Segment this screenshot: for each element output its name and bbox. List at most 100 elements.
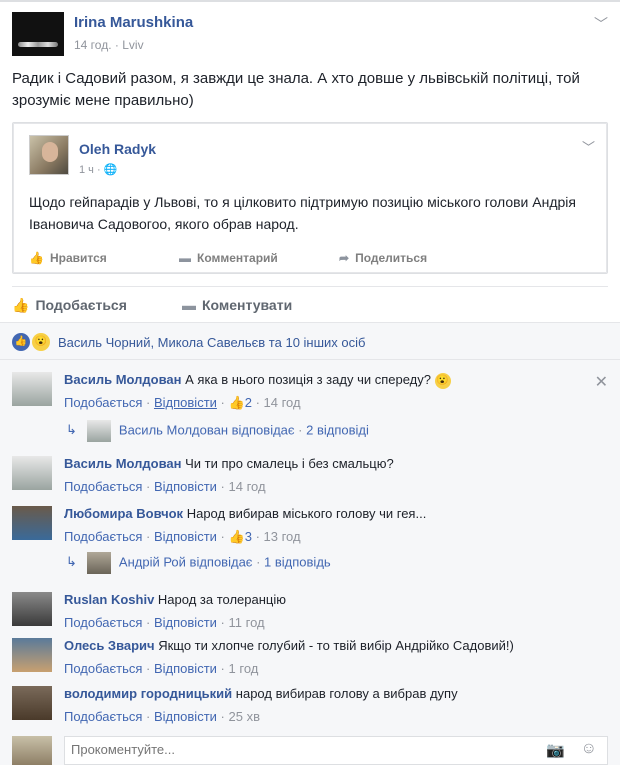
comment-text: А яка в нього позиція з заду чи спереду?: [185, 372, 431, 387]
post-header: Irina Marushkina 14 год. · Lviv ﹀: [12, 12, 608, 60]
comment-button[interactable]: ▬ Коментувати: [182, 297, 292, 313]
comment-author[interactable]: Ruslan Koshiv: [64, 592, 154, 607]
shared-meta: 1 ч · 🌐: [79, 164, 118, 176]
replies-link[interactable]: ↳ Андрій Рой відповідає · 1 відповідь: [66, 552, 331, 574]
comment-item: Василь Молдован А яка в нього позиція з …: [12, 372, 608, 412]
shared-share-button[interactable]: ➦ Поделиться: [339, 251, 427, 265]
comment-time[interactable]: 14 год: [264, 395, 301, 410]
shared-comment-button[interactable]: ▬ Комментарий: [179, 251, 278, 265]
like-button[interactable]: 👍 Подобається: [12, 297, 127, 314]
likes-summary: 👍 😮 Василь Чорний, Микола Савельєв та 10…: [0, 322, 620, 360]
comment-author[interactable]: Василь Молдован: [64, 372, 182, 387]
comment-reply-link[interactable]: Відповісти: [154, 479, 217, 494]
shared-time[interactable]: 1 ч: [79, 164, 94, 176]
comment-body: Василь Молдован Чи ти про смалець і без …: [64, 456, 394, 471]
likes-text[interactable]: Василь Чорний, Микола Савельєв та 10 інш…: [58, 335, 365, 350]
comment-like-link[interactable]: Подобається: [64, 479, 142, 494]
shared-text: Щодо гейпарадів у Львові, то я цілковито…: [29, 194, 576, 232]
chevron-down-icon[interactable]: ﹀: [582, 137, 595, 156]
post-author[interactable]: Irina Marushkina: [74, 14, 193, 31]
thumbs-up-icon[interactable]: 👍: [229, 529, 245, 544]
shared-like-button[interactable]: 👍 Нравится: [29, 251, 107, 265]
thumbs-up-icon: 👍: [12, 297, 30, 313]
avatar[interactable]: [12, 372, 52, 406]
comment-like-count[interactable]: 3: [245, 529, 252, 544]
shared-author[interactable]: Oleh Radyk: [79, 141, 156, 157]
comment-item: Василь Молдован Чи ти про смалець і без …: [12, 456, 608, 496]
comment-icon: ▬: [182, 297, 196, 313]
comment-reply-link[interactable]: Відповісти: [154, 661, 217, 676]
post-text: Радик і Садовий разом, я завжди це знала…: [12, 70, 580, 109]
avatar: [86, 420, 111, 442]
comment-time[interactable]: 14 год: [229, 479, 266, 494]
post-time[interactable]: 14 год.: [74, 38, 112, 52]
meta-separator: ·: [114, 38, 119, 52]
comment-input[interactable]: [71, 742, 471, 757]
wow-emoji-icon: 😮: [434, 372, 451, 389]
comment-time[interactable]: 1 год: [229, 661, 259, 676]
comment-text: Народ за толеранцію: [157, 592, 287, 607]
comment-actions: Подобається · Відповісти · 11 год: [64, 615, 265, 630]
comment-like-link[interactable]: Подобається: [64, 529, 142, 544]
comment-like-link[interactable]: Подобається: [64, 709, 142, 724]
comment-reply-link[interactable]: Відповісти: [154, 395, 217, 410]
post-meta: 14 год. · Lviv: [74, 38, 144, 52]
comment-author[interactable]: володимир городницький: [64, 686, 232, 701]
shared-author-avatar[interactable]: [29, 135, 69, 175]
top-border: [0, 0, 620, 2]
comment-item: Олесь Зварич Якщо ти хлопче голубий - то…: [12, 638, 608, 678]
comment-text: Якщо ти хлопче голубий - то твій вибір А…: [158, 638, 514, 653]
like-reaction-icon: 👍: [12, 333, 30, 351]
comment-like-count[interactable]: 2: [245, 395, 252, 410]
comment-actions: Подобається · Відповісти · 14 год: [64, 479, 266, 494]
globe-icon: 🌐: [103, 164, 118, 176]
post-actions: 👍 Подобається ▬ Коментувати: [12, 286, 608, 320]
thumbs-up-icon[interactable]: 👍: [229, 395, 245, 410]
comment-item: Ruslan Koshiv Народ за толеранцію Подоба…: [12, 592, 608, 632]
share-icon: ➦: [339, 251, 350, 265]
replies-link[interactable]: ↳ Василь Молдован відповідає · 2 відповід…: [66, 420, 369, 442]
comment-time[interactable]: 13 год: [264, 529, 301, 544]
comment-actions: Подобається · Відповісти · 1 год: [64, 661, 259, 676]
comment-author[interactable]: Олесь Зварич: [64, 638, 155, 653]
comment-like-link[interactable]: Подобається: [64, 395, 142, 410]
avatar[interactable]: [12, 506, 52, 540]
avatar[interactable]: [12, 686, 52, 720]
comment-actions: Подобається · Відповісти · 👍3 · 13 год: [64, 529, 301, 544]
reply-arrow-icon: ↳: [66, 422, 77, 438]
comment-like-link[interactable]: Подобається: [64, 615, 142, 630]
chevron-down-icon[interactable]: ﹀: [594, 14, 608, 34]
comment-reply-link[interactable]: Відповісти: [154, 615, 217, 630]
post-location[interactable]: Lviv: [122, 38, 143, 52]
comment-actions: Подобається · Відповісти · 25 хв: [64, 709, 260, 724]
comment-body: володимир городницький народ вибирав гол…: [64, 686, 458, 701]
comment-text: Чи ти про смалець і без смальцю?: [185, 456, 394, 471]
comment-text: Народ вибирав міського голову чи гея...: [186, 506, 427, 521]
comments-section: ✕ Василь Молдован А яка в нього позиція …: [0, 360, 620, 765]
comment-item: Любомира Вовчок Народ вибирав міського г…: [12, 506, 608, 546]
wow-reaction-icon: 😮: [32, 333, 50, 351]
comment-text: народ вибирав голову а вибрав дупу: [235, 686, 458, 701]
comment-time[interactable]: 11 год: [229, 615, 265, 630]
camera-icon[interactable]: 📷: [546, 741, 565, 759]
comment-time[interactable]: 25 хв: [229, 709, 260, 724]
avatar[interactable]: [12, 638, 52, 672]
author-avatar[interactable]: [12, 12, 64, 56]
avatar[interactable]: [12, 456, 52, 490]
current-user-avatar: [12, 736, 52, 765]
comment-composer: 📷 ☺: [64, 736, 608, 765]
smiley-icon[interactable]: ☺: [581, 740, 597, 758]
comment-like-link[interactable]: Подобається: [64, 661, 142, 676]
comment-author[interactable]: Василь Молдован: [64, 456, 182, 471]
shared-actions: 👍 Нравится ▬ Комментарий ➦ Поделиться: [29, 249, 599, 269]
comment-reply-link[interactable]: Відповісти: [154, 709, 217, 724]
avatar[interactable]: [12, 592, 52, 626]
thumbs-up-icon: 👍: [29, 251, 44, 265]
comment-author[interactable]: Любомира Вовчок: [64, 506, 183, 521]
comment-body: Любомира Вовчок Народ вибирав міського г…: [64, 506, 426, 521]
comment-body: Ruslan Koshiv Народ за толеранцію: [64, 592, 286, 607]
comment-reply-link[interactable]: Відповісти: [154, 529, 217, 544]
comment-body: Василь Молдован А яка в нього позиція з …: [64, 372, 451, 389]
comment-icon: ▬: [179, 251, 191, 265]
shared-post: Oleh Radyk 1 ч · 🌐 ﹀ Щодо гейпарадів у Л…: [12, 122, 608, 274]
